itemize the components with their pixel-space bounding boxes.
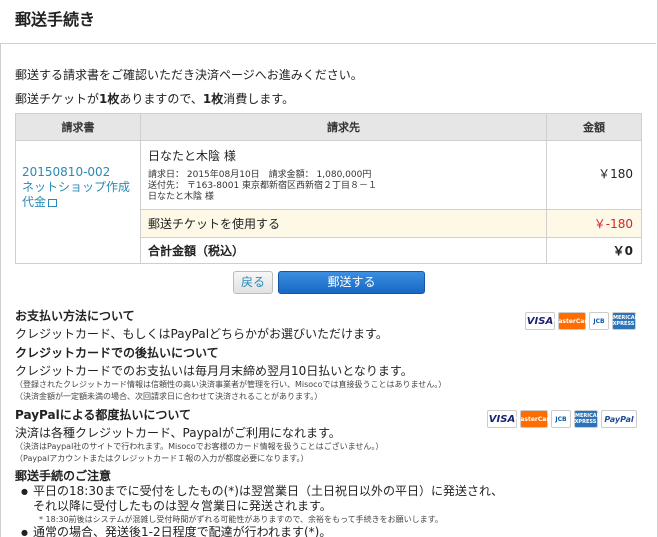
recipient-line-2: 送付先： 〒163-8001 東京都新宿区西新宿２丁目８－１ (148, 181, 378, 191)
intro-text: 郵送チケットが (15, 92, 100, 106)
paypal-logo-icon: PayPal (601, 410, 637, 428)
notice-list: 平日の18:30までに受付をしたもの(*)は翌営業日（土日祝日以外の平日）に発送… (21, 484, 645, 537)
payment-method-section: お支払い方法について クレジットカード、もしくはPayPalどちらかがお選びいた… (15, 307, 475, 342)
send-button[interactable]: 郵送する (278, 271, 425, 294)
paypal-brands: VISA MasterCard JCB AMERICAN EXPRESS Pay… (487, 410, 637, 428)
column-header-recipient: 請求先 (140, 113, 547, 141)
mail-notice-section: 郵送手続のご注意 平日の18:30までに受付をしたもの(*)は翌営業日（土日祝日… (15, 467, 645, 537)
credit-note-1: （登録されたクレジットカード情報は信頼性の高い決済事業者が管理を行い、Misoc… (15, 380, 447, 389)
invoice-title-link[interactable]: ネットショップ作成代金 (22, 180, 134, 210)
notice-title: 郵送手続のご注意 (15, 469, 112, 483)
amex-logo-icon: AMERICAN EXPRESS (609, 312, 639, 330)
credit-desc: クレジットカードでのお支払いは毎月月末締め翌月10日払いとなります。 (15, 364, 413, 378)
intro-text: 消費します。 (223, 92, 295, 106)
paypal-note-1: （決済はPaypal社のサイトで行われます。Misocoでお客様のカード情報を扱… (15, 442, 384, 451)
mastercard-logo-icon: MasterCard (552, 312, 592, 330)
invoice-amount: ￥180 (546, 140, 642, 210)
recipient-name: 日なたと木陰 様 (148, 149, 236, 163)
recipient-cell: 日なたと木陰 様 請求日： 2015年08月10日 請求金額： 1,080,00… (140, 140, 547, 210)
payment-method-title: お支払い方法について (15, 309, 135, 323)
payment-brands: VISA MasterCard JCB AMERICAN EXPRESS (525, 312, 639, 330)
payment-method-desc: クレジットカード、もしくはPayPalどちらかがお選びいただけます。 (15, 327, 388, 341)
intro-text: ありますので、 (119, 92, 203, 106)
column-header-invoice: 請求書 (15, 113, 141, 141)
paypal-desc: 決済は各種クレジットカード、Paypalがご利用になれます。 (15, 426, 341, 440)
ticket-count: 1枚 (99, 92, 120, 106)
column-header-amount: 金額 (546, 113, 642, 141)
invoice-number-link[interactable]: 20150810-002 (22, 165, 134, 180)
ticket-consume-count: 1枚 (202, 92, 224, 106)
ticket-amount: ￥-180 (546, 209, 642, 238)
total-amount: ￥0 (546, 237, 642, 264)
back-button[interactable]: 戻る (233, 271, 273, 294)
mastercard-logo-icon: MasterCard (514, 410, 554, 428)
visa-logo-icon: VISA (487, 410, 517, 428)
jcb-logo-icon: JCB (589, 312, 609, 330)
external-link-icon (48, 198, 58, 207)
credit-note-2: （決済金額が一定額未満の場合、次回請求日に合わせて決済されることがあります。） (15, 392, 323, 401)
intro-line-1: 郵送する請求書をご確認いただき決済ページへお進みください。 (15, 68, 363, 82)
list-item: 通常の場合、発送後1-2日程度で配達が行われます(*)。 (21, 525, 645, 537)
paypal-note-2: （PaypalアカウントまたはクレジットカードＩ報の入力が都度必要になります。） (15, 454, 309, 463)
credit-title: クレジットカードでの後払いについて (15, 346, 219, 360)
total-label: 合計金額（税込） (140, 237, 547, 264)
intro-line-2: 郵送チケットが1枚ありますので、1枚消費します。 (15, 90, 294, 107)
amex-logo-icon: AMERICAN EXPRESS (571, 410, 601, 428)
jcb-logo-icon: JCB (551, 410, 571, 428)
page-header: 郵送手続き (0, 0, 656, 44)
recipient-line-3: 日なたと木陰 様 (148, 192, 214, 202)
paypal-section: PayPalによる都度払いについて 決済は各種クレジットカード、Paypalがご… (15, 406, 485, 465)
recipient-line-1: 請求日： 2015年08月10日 請求金額： 1,080,000円 (148, 170, 372, 180)
invoice-cell: 20150810-002 ネットショップ作成代金 (15, 140, 141, 264)
table-row: 20150810-002 ネットショップ作成代金 日なたと木陰 様 請求日： 2… (15, 140, 642, 264)
invoice-table: 請求書 請求先 金額 20150810-002 ネットショップ作成代金 日なたと… (15, 113, 642, 264)
visa-logo-icon: VISA (525, 312, 555, 330)
list-item: 平日の18:30までに受付をしたもの(*)は翌営業日（土日祝日以外の平日）に発送… (21, 484, 645, 514)
page-title: 郵送手続き (15, 10, 96, 29)
ticket-label: 郵送チケットを使用する (140, 209, 547, 238)
paypal-title: PayPalによる都度払いについて (15, 408, 191, 422)
notice-sub-note: * 18:30前後はシステムが混雑し受付時間がずれる可能性がありますので、余裕を… (39, 515, 443, 524)
credit-section: クレジットカードでの後払いについて クレジットカードでのお支払いは毎月月末締め翌… (15, 344, 635, 403)
